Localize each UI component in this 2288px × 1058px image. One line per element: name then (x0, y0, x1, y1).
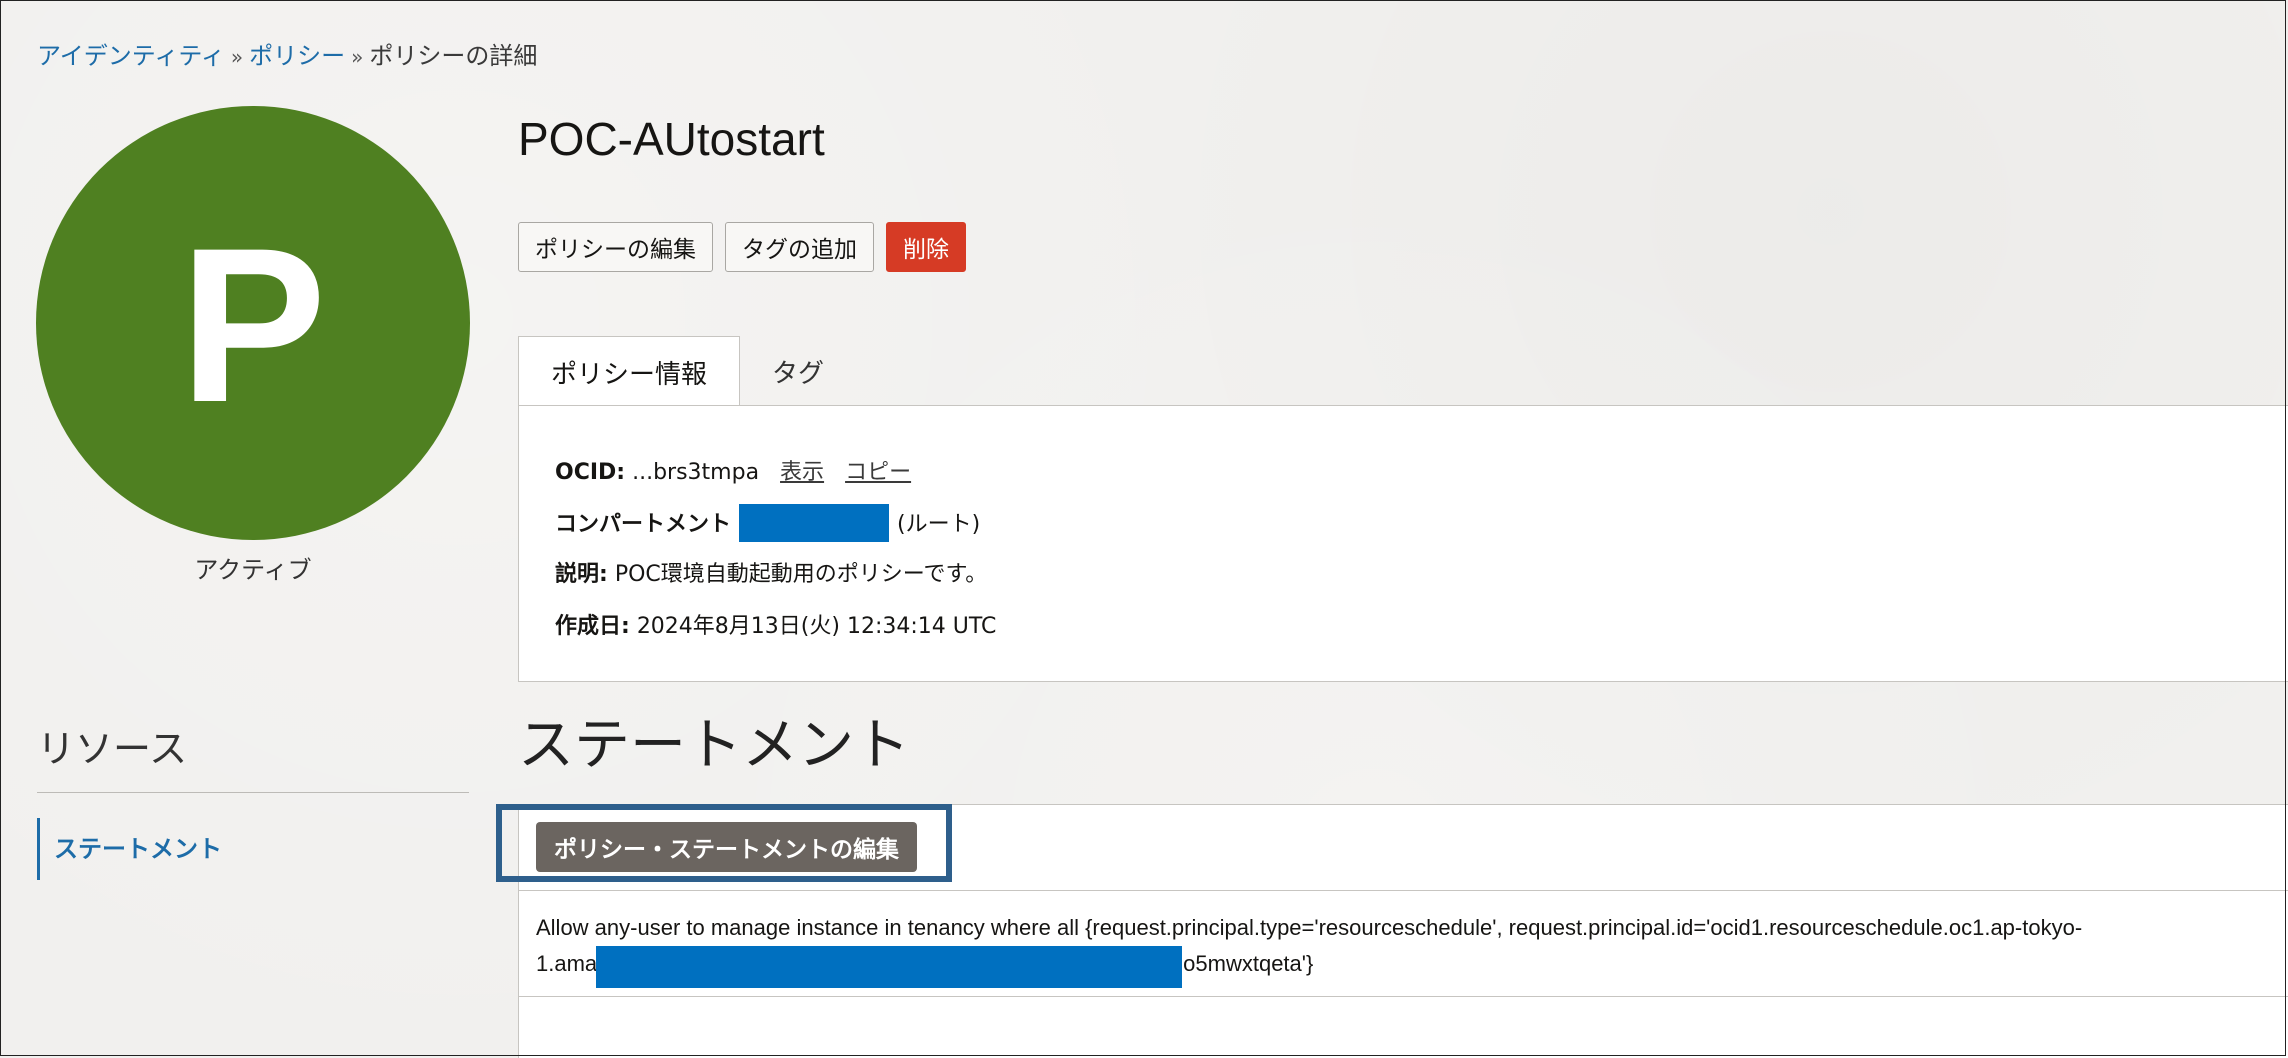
screenshot-border (0, 0, 2286, 1056)
